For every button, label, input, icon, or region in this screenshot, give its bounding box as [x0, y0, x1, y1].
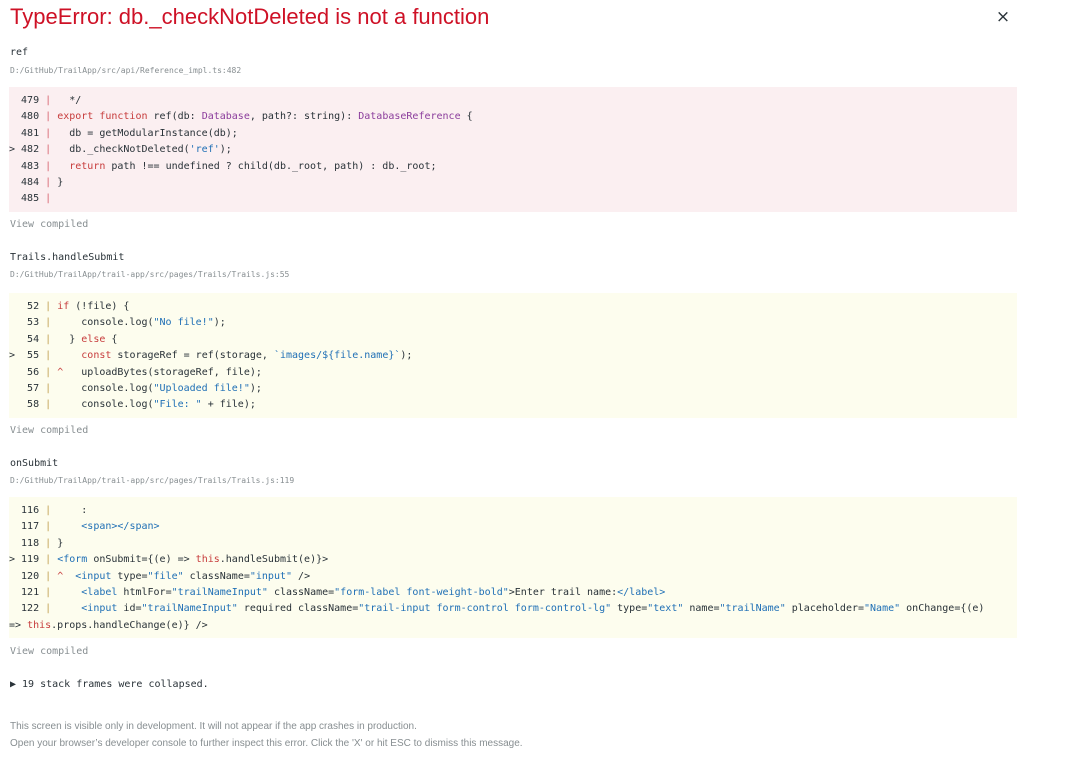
- code-snippet: 479 | */ 480 | export function ref(db: D…: [9, 87, 1017, 212]
- code-line: 480 | export function ref(db: Database, …: [9, 109, 1017, 125]
- line-number: 479 |: [9, 95, 52, 106]
- code-text: return path !== undefined ? child(db._ro…: [69, 160, 437, 172]
- line-number: > 482 |: [9, 144, 52, 156]
- code-text: <input id="trailNameInput" required clas…: [81, 603, 985, 615]
- code-text: }: [57, 537, 64, 549]
- code-text: console.log("Uploaded file!");: [57, 382, 262, 394]
- code-text: ^ <input type="file" className="input" /…: [57, 570, 311, 582]
- line-number: 121 |: [9, 586, 52, 598]
- code-line: 58 | console.log("File: " + file);: [9, 397, 1017, 413]
- code-text: <label htmlFor="trailNameInput" classNam…: [81, 586, 666, 598]
- line-number: 481 |: [9, 127, 52, 139]
- code-line: 56 | ^ uploadBytes(storageRef, file);: [9, 365, 1017, 381]
- code-snippet: 52 | if (!file) { 53 | console.log("No f…: [9, 293, 1017, 418]
- code-text: => this.props.handleChange(e)} />: [9, 619, 208, 631]
- footer-note: This screen is visible only in developme…: [10, 721, 417, 732]
- code-line: 54 | } else {: [9, 332, 1017, 348]
- code-line: 484 | }: [9, 175, 1017, 191]
- line-number: 52 |: [9, 301, 52, 312]
- line-number: 480 |: [9, 111, 52, 123]
- code-text: export function ref(db: Database, path?:…: [57, 111, 473, 123]
- code-text: } else {: [57, 333, 118, 345]
- code-text: console.log("File: " + file);: [57, 399, 256, 411]
- frame-function-name: onSubmit: [10, 458, 59, 469]
- code-line: 483 | return path !== undefined ? child(…: [9, 159, 1017, 175]
- code-line: 52 | if (!file) {: [9, 299, 1017, 315]
- code-text: */: [57, 95, 82, 106]
- code-line: > 482 | db._checkNotDeleted('ref');: [9, 142, 1017, 158]
- line-number: 485 |: [9, 193, 52, 205]
- code-line: 53 | console.log("No file!");: [9, 315, 1017, 331]
- line-number: > 119 |: [9, 554, 52, 566]
- frame-file-path: D:/GitHub/TrailApp/trail-app/src/pages/T…: [10, 476, 295, 485]
- frame-function-name: Trails.handleSubmit: [10, 252, 125, 263]
- view-compiled-link[interactable]: View compiled: [10, 219, 88, 230]
- line-number: 122 |: [9, 603, 52, 615]
- code-line: 116 | :: [9, 503, 1017, 519]
- code-line: 117 | <span></span>: [9, 519, 1017, 535]
- code-line: 122 | <input id="trailNameInput" require…: [9, 601, 1017, 617]
- line-number: 118 |: [9, 537, 52, 549]
- code-line: > 119 | <form onSubmit={(e) => this.hand…: [9, 552, 1017, 568]
- code-text: :: [57, 505, 88, 516]
- code-snippet: 116 | : 117 | <span></span> 118 | } > 119…: [9, 497, 1017, 638]
- code-text: db = getModularInstance(db);: [57, 127, 238, 139]
- code-text: db._checkNotDeleted('ref');: [57, 144, 232, 156]
- code-line: 485 |: [9, 191, 1017, 207]
- line-number: > 55 |: [9, 350, 52, 362]
- code-line: 121 | <label htmlFor="trailNameInput" cl…: [9, 585, 1017, 601]
- code-line: 479 | */: [9, 93, 1017, 109]
- code-line: 481 | db = getModularInstance(db);: [9, 126, 1017, 142]
- line-number: 116 |: [9, 505, 52, 516]
- code-text: <form onSubmit={(e) => this.handleSubmit…: [57, 554, 329, 566]
- line-number: 120 |: [9, 570, 52, 582]
- frame-file-path: D:/GitHub/TrailApp/trail-app/src/pages/T…: [10, 270, 290, 279]
- code-text: const storageRef = ref(storage, `images/…: [81, 350, 413, 362]
- code-line: > 55 | const storageRef = ref(storage, `…: [9, 348, 1017, 364]
- line-number: 57 |: [9, 382, 52, 394]
- code-text: <span></span>: [81, 521, 160, 533]
- line-number: 117 |: [9, 521, 52, 533]
- line-number: 483 |: [9, 160, 52, 172]
- line-number: 484 |: [9, 176, 52, 188]
- line-number: 56 |: [9, 366, 52, 378]
- line-number: 58 |: [9, 399, 52, 411]
- code-line: => this.props.handleChange(e)} />: [9, 618, 1017, 634]
- collapsed-frames-toggle[interactable]: ▶ 19 stack frames were collapsed.: [10, 679, 209, 690]
- frame-file-path: D:/GitHub/TrailApp/src/api/Reference_imp…: [10, 66, 242, 75]
- line-number: 53 |: [9, 317, 52, 329]
- line-number: 54 |: [9, 333, 52, 345]
- error-title: TypeError: db._checkNotDeleted is not a …: [10, 4, 490, 29]
- view-compiled-link[interactable]: View compiled: [10, 425, 88, 436]
- code-line: 57 | console.log("Uploaded file!");: [9, 381, 1017, 397]
- view-compiled-link[interactable]: View compiled: [10, 646, 88, 657]
- code-text: if (!file) {: [57, 301, 130, 312]
- code-line: 120 | ^ <input type="file" className="in…: [9, 569, 1017, 585]
- frame-function-name: ref: [10, 47, 29, 58]
- code-text: }: [57, 176, 64, 188]
- code-text: ^ uploadBytes(storageRef, file);: [57, 366, 262, 378]
- close-icon[interactable]: ×: [994, 7, 1012, 27]
- code-text: console.log("No file!");: [57, 317, 226, 329]
- footer-instructions: Open your browser’s developer console to…: [10, 738, 523, 749]
- code-line: 118 | }: [9, 536, 1017, 552]
